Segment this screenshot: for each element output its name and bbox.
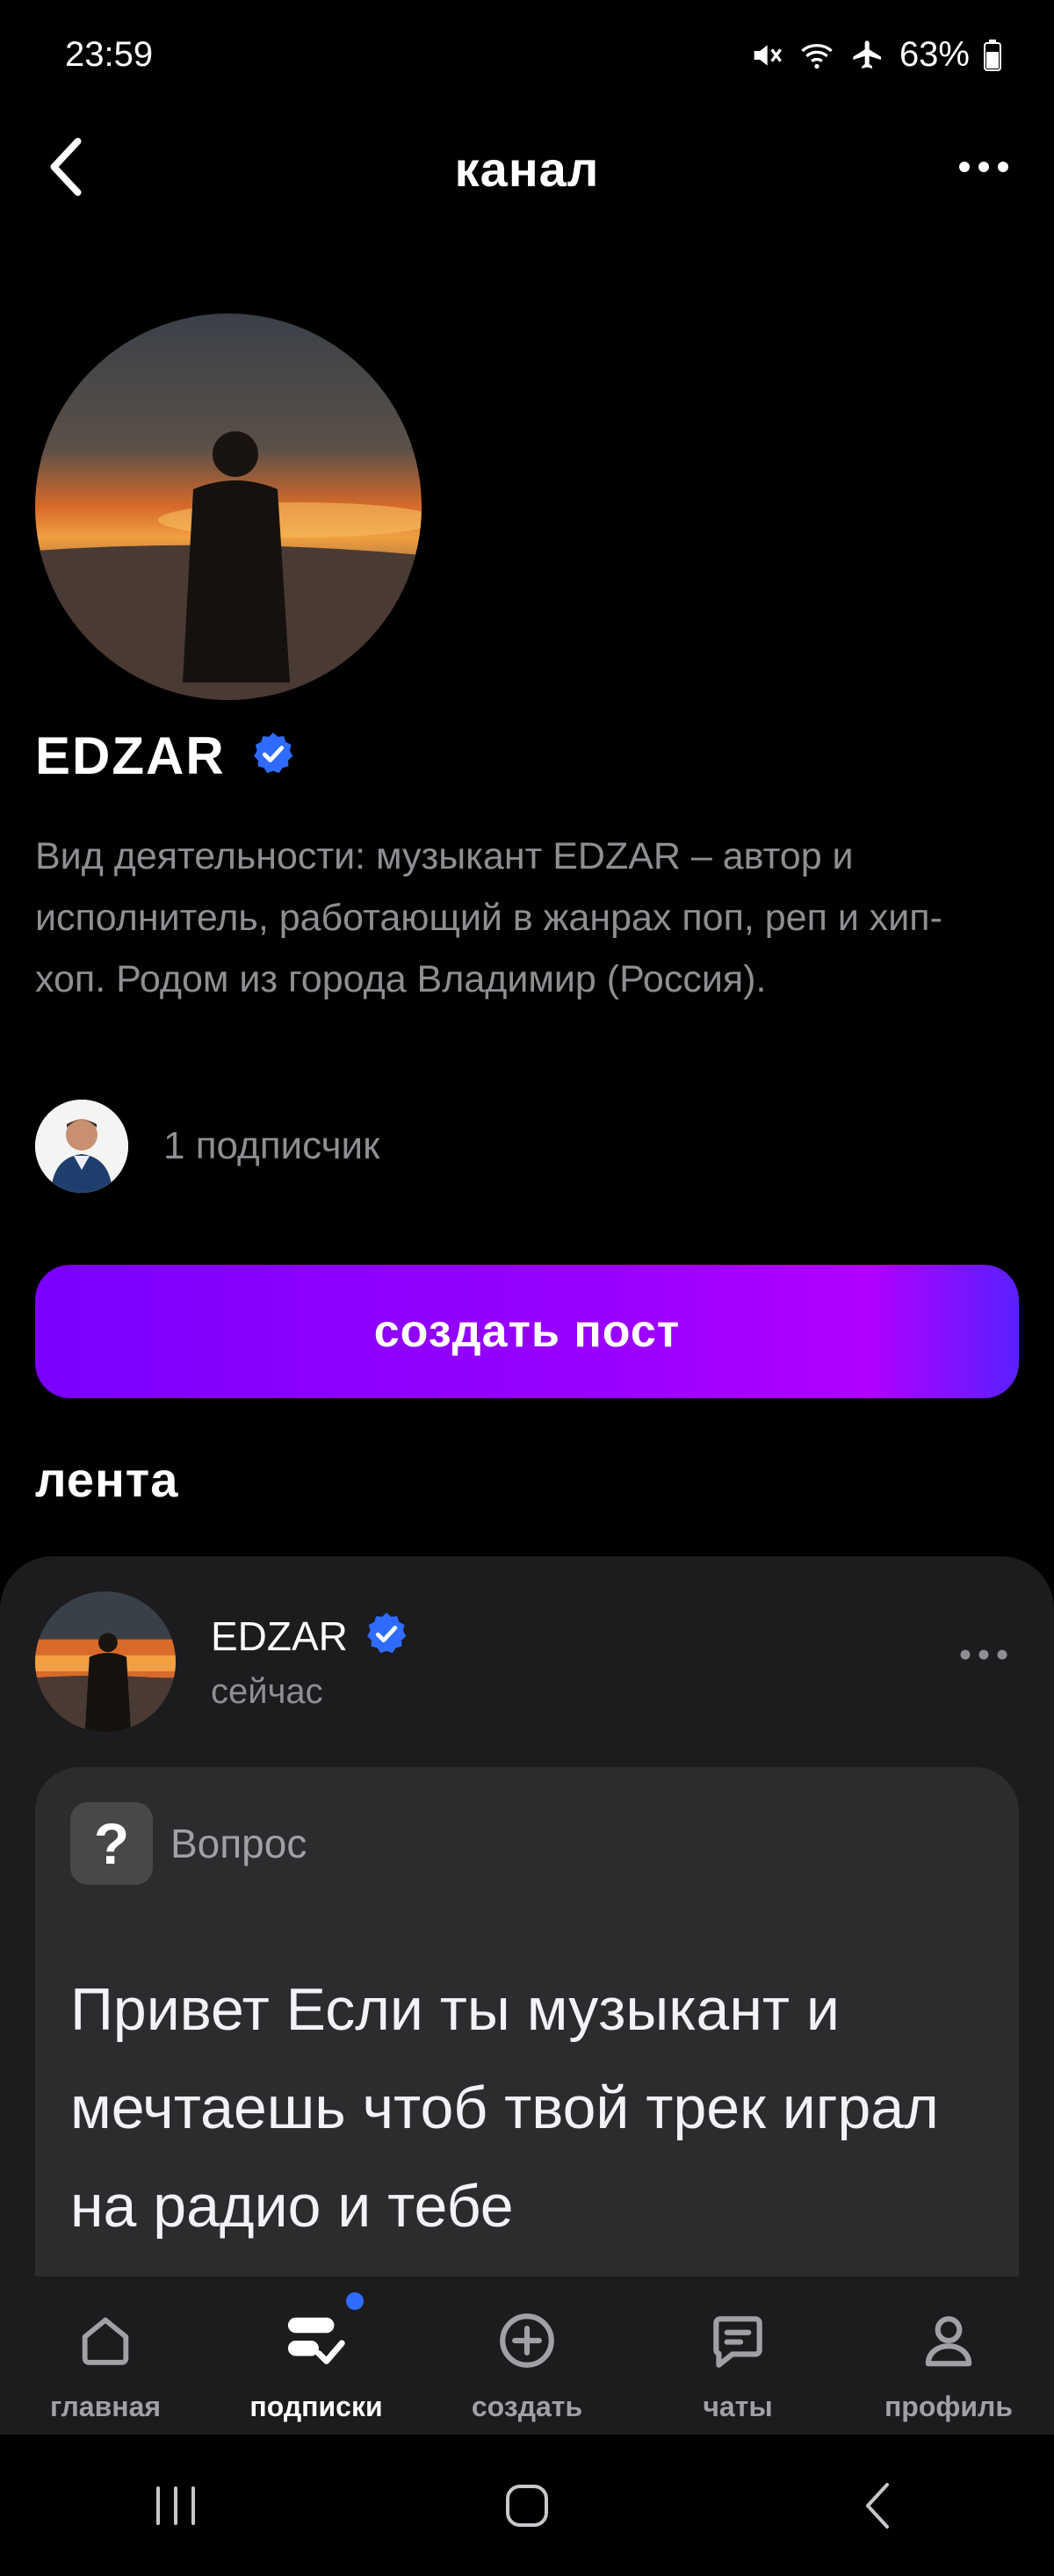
tab-label: профиль [884,2391,1014,2422]
recents-icon [156,2486,195,2525]
feed-title: лента [35,1452,179,1507]
recent-apps-button[interactable] [114,2462,237,2550]
tab-subscriptions[interactable]: подписки [211,2277,422,2435]
verified-icon [364,1611,409,1661]
tab-profile[interactable]: профиль [843,2277,1054,2435]
tab-label: чаты [703,2391,773,2422]
post-author-avatar[interactable] [35,1591,176,1732]
tab-chats[interactable]: чаты [632,2277,843,2435]
post-type-label: Вопрос [170,1821,307,1866]
more-dots-icon [959,162,1008,172]
tab-label: подписки [249,2391,383,2422]
battery-level: 63% [899,35,970,74]
home-button[interactable] [466,2462,588,2550]
tab-label: главная [49,2391,162,2422]
post-author-name[interactable]: EDZAR [211,1613,348,1660]
channel-name-row: EDZAR [35,725,296,786]
profile-icon [911,2303,986,2378]
subscribers-row[interactable]: 1 подписчик [35,1100,379,1193]
question-icon: ? [70,1802,153,1885]
battery-icon [984,39,1001,71]
home-icon [68,2303,143,2378]
subscriptions-icon [278,2303,354,2378]
back-chevron-icon [866,2482,889,2529]
system-back-button[interactable] [817,2462,940,2550]
verified-icon [250,731,296,781]
bottom-tab-bar: главная подписки создать чаты профиль [0,2277,1054,2435]
question-text: Привет Если ты музыкант и мечтаешь чтоб … [70,1976,939,2240]
tab-create[interactable]: создать [422,2277,632,2435]
channel-avatar[interactable] [35,314,422,700]
wifi-icon [798,38,836,73]
status-icons: 63% [748,35,1001,75]
more-options-button[interactable] [949,145,1019,189]
post-author-row: EDZAR [211,1611,409,1661]
more-dots-icon [960,1649,1007,1660]
tab-home[interactable]: главная [0,2277,211,2435]
subscriber-avatar [35,1100,128,1193]
create-post-button[interactable]: создать пост [35,1265,1019,1398]
tab-label: создать [471,2391,583,2422]
status-time: 23:59 [65,35,154,74]
plus-icon [489,2303,565,2378]
system-nav-bar [0,2435,1054,2576]
channel-description: Вид деятельности: музыкант EDZAR – автор… [35,835,942,1000]
home-square-icon [506,2484,548,2527]
subscribers-count: 1 подписчик [163,1124,380,1167]
airplane-icon [850,38,885,73]
mute-icon [748,38,783,73]
post-timestamp: сейчас [211,1672,323,1711]
channel-name: EDZAR [35,726,226,785]
notification-dot [346,2292,364,2310]
post-more-button[interactable] [949,1637,1019,1672]
chat-icon [700,2303,776,2378]
page-title: канал [454,141,600,197]
